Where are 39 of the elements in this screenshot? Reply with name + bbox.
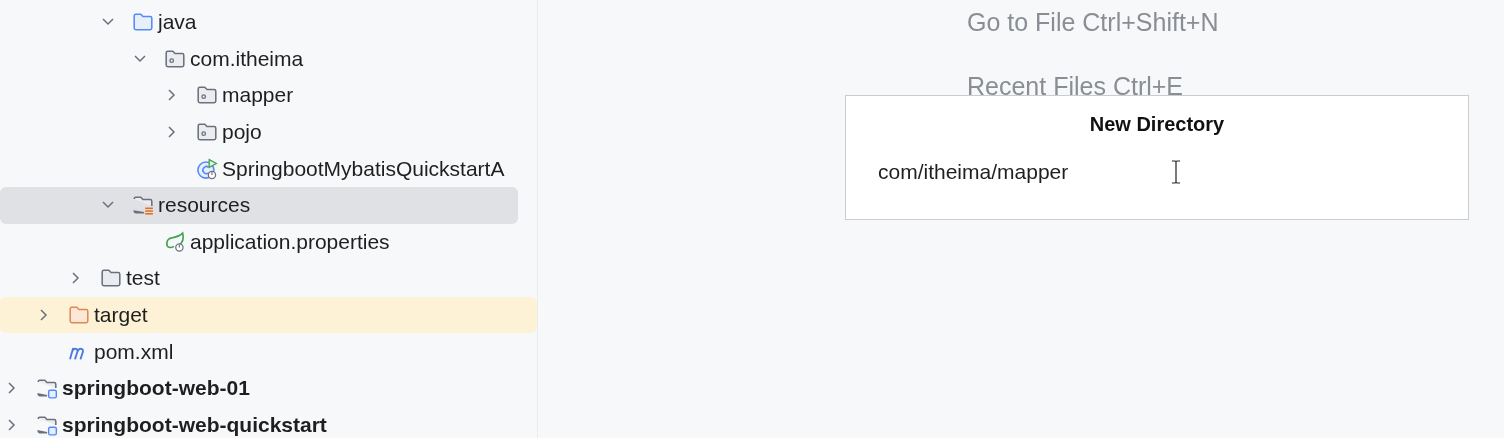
tree-item-label[interactable]: SpringbootMybatisQuickstartA <box>222 155 505 182</box>
tree-row[interactable]: pom.xml <box>0 333 537 370</box>
tree-row[interactable]: springboot-web-01 <box>0 369 537 407</box>
tree-row[interactable]: java <box>0 4 537 41</box>
chevron-right-icon[interactable] <box>70 271 82 286</box>
tree-item-label[interactable]: springboot-web-01 <box>62 375 250 402</box>
tree-item-label[interactable]: application.properties <box>190 228 390 255</box>
text-cursor-icon <box>1171 160 1181 184</box>
editor-hint: Go to File Ctrl+Shift+N <box>967 7 1219 38</box>
chevron-right-icon[interactable] <box>6 417 18 432</box>
tree-item-label[interactable]: mapper <box>222 82 294 109</box>
spring-class-icon <box>196 157 218 180</box>
tree-row[interactable]: application.properties <box>0 223 537 261</box>
tree-row[interactable]: resources <box>0 186 518 224</box>
tree-row[interactable]: springboot-web-quickstart <box>0 406 537 438</box>
tree-row[interactable]: SpringbootMybatisQuickstartA <box>0 150 537 187</box>
directory-name-field[interactable]: com/itheima/mapper <box>878 160 1163 184</box>
tree-item-label[interactable]: resources <box>158 192 251 219</box>
spring-leaf-icon <box>164 230 186 253</box>
tree-row[interactable]: com.itheima <box>0 40 537 78</box>
tree-row[interactable]: pojo <box>0 113 537 151</box>
resources-folder-icon <box>132 194 154 217</box>
tree-item-label[interactable]: target <box>94 302 148 329</box>
chevron-right-icon[interactable] <box>166 88 178 103</box>
tree-item-label[interactable]: test <box>126 265 160 292</box>
tree-row[interactable]: test <box>0 260 537 297</box>
tree-item-label[interactable]: springboot-web-quickstart <box>62 411 327 438</box>
tree-row[interactable]: target <box>0 296 537 334</box>
chevron-right-icon[interactable] <box>38 308 50 323</box>
tree-item-label[interactable]: pom.xml <box>94 338 174 365</box>
popup-title: New Directory <box>1089 112 1225 137</box>
editor-hint: Recent Files Ctrl+E <box>967 71 1184 102</box>
tree-item-label[interactable]: com.itheima <box>190 45 304 72</box>
chevron-right-icon[interactable] <box>6 381 18 396</box>
tree-item-label[interactable]: java <box>158 9 197 36</box>
tree-row[interactable]: mapper <box>0 77 537 114</box>
chevron-right-icon[interactable] <box>166 125 178 140</box>
tree-item-label[interactable]: pojo <box>222 119 262 146</box>
module-folder-icon <box>36 377 58 400</box>
